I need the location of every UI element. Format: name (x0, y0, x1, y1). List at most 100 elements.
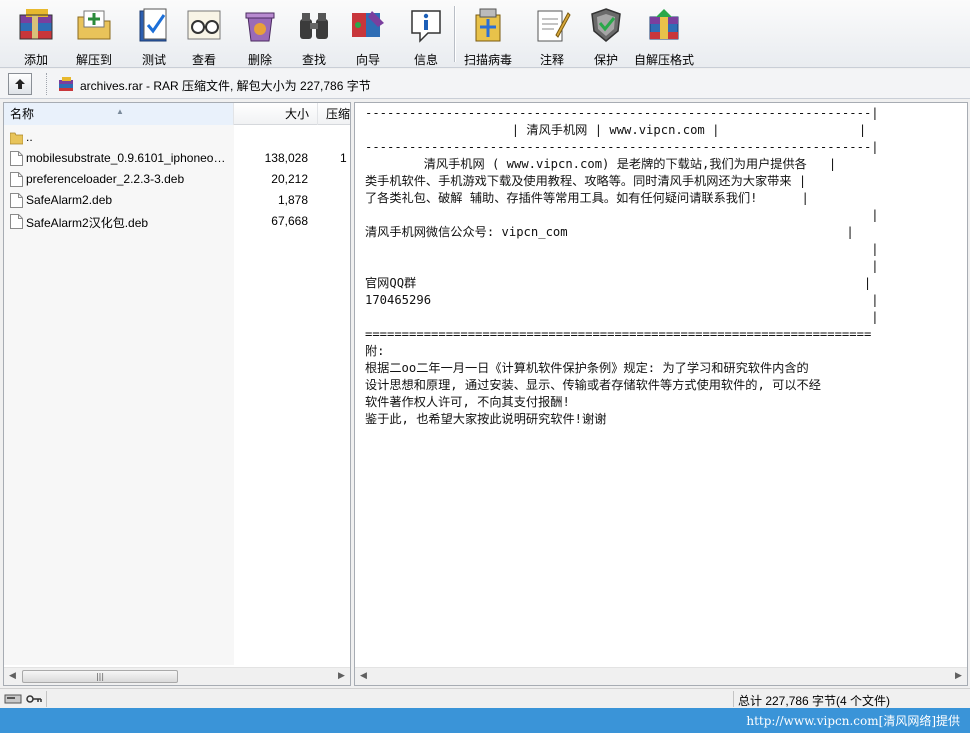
column-size-header[interactable]: 大小 (234, 103, 318, 125)
sort-ascending-icon: ▲ (116, 107, 124, 116)
comment-button[interactable]: 注释 (532, 3, 572, 67)
table-row[interactable]: SafeAlarm2.deb 1,878 (4, 190, 350, 211)
sfx-icon (644, 5, 684, 45)
watermark-text: http://www.vipcn.com[清风网络]提供 (746, 714, 960, 728)
comment-line: | (365, 208, 879, 222)
address-bar: archives.rar - RAR 压缩文件, 解包大小为 227,786 字… (0, 69, 970, 99)
folder-icon (9, 130, 24, 145)
up-folder-button[interactable] (8, 73, 32, 95)
scroll-right-icon[interactable]: ▶ (338, 671, 345, 681)
status-total: 总计 227,786 字节(4 个文件) (738, 694, 891, 708)
test-label: 测试 (141, 53, 166, 67)
find-button[interactable]: 查找 (294, 3, 334, 67)
comment-line: 170465296 | (365, 293, 879, 307)
sfx-label: 自解压格式 (634, 53, 695, 67)
virus-scan-label: 扫描病毒 (464, 53, 513, 67)
info-button[interactable]: 信息 (406, 3, 446, 67)
add-label: 添加 (23, 53, 48, 67)
protect-icon (586, 5, 626, 45)
file-icon (10, 193, 23, 208)
wizard-button[interactable]: 向导 (348, 3, 388, 67)
protect-label: 保护 (593, 53, 618, 67)
column-name-label: 名称 (10, 107, 35, 121)
comment-line: | (365, 310, 879, 324)
file-list-horizontal-scrollbar[interactable]: ◀ ||| ▶ (4, 667, 350, 685)
delete-label: 删除 (247, 53, 272, 67)
comment-line: | (365, 242, 879, 256)
view-button[interactable]: 查看 (184, 3, 224, 67)
virus-scan-button[interactable]: 扫描病毒 (464, 3, 513, 67)
file-icon (10, 214, 23, 229)
table-row[interactable]: mobilesubstrate_0.9.6101_iphoneos-arm.de… (4, 148, 350, 169)
table-row[interactable]: SafeAlarm2汉化包.deb 67,668 (4, 211, 350, 232)
extract-to-button[interactable]: 解压到 (74, 3, 114, 67)
status-separator (733, 691, 734, 707)
address-divider (46, 73, 47, 95)
file-list-header: 名称 ▲ 大小 压缩 (4, 103, 350, 125)
add-button[interactable]: 添加 (16, 3, 56, 67)
column-compressed-label: 压缩 (326, 107, 351, 121)
virus-scan-icon (468, 5, 508, 45)
scrollbar-thumb[interactable]: ||| (22, 670, 178, 683)
watermark-bar: http://www.vipcn.com[清风网络]提供 (0, 708, 970, 733)
file-name: SafeAlarm2汉化包.deb (26, 216, 149, 230)
scroll-left-icon[interactable]: ◀ (360, 671, 367, 681)
archive-path: archives.rar - RAR 压缩文件, 解包大小为 227,786 字… (80, 79, 371, 93)
scroll-left-icon[interactable]: ◀ (9, 671, 16, 681)
file-name: .. (26, 130, 33, 144)
column-compressed-header[interactable]: 压缩 (318, 103, 358, 125)
wizard-icon (348, 5, 388, 45)
comment-line: ========================================… (365, 327, 872, 341)
sfx-button[interactable]: 自解压格式 (634, 3, 695, 67)
file-icon (10, 151, 23, 166)
comment-line: 设计思想和原理, 通过安装、显示、传输或者存储软件等方式使用软件的, 可以不经 (365, 378, 821, 392)
file-name: preferenceloader_2.2.3-3.deb (26, 172, 185, 186)
drive-key-icon (4, 692, 44, 706)
comment-line: 根据二oo二年一月一日《计算机软件保护条例》规定: 为了学习和研究软件内含的 (365, 361, 809, 375)
test-icon (134, 5, 174, 45)
comment-line: | 清风手机网 | www.vipcn.com | | (365, 123, 867, 137)
file-rows: .. mobilesubstrate_0.9.6101_iphoneos-arm… (4, 127, 350, 232)
main-toolbar: 添加 解压到 测试 查看 删除 查找 向导 信息 扫描病毒 注释 保护 自解压格… (0, 0, 970, 68)
extract-to-label: 解压到 (75, 53, 112, 67)
status-bar: 总计 227,786 字节(4 个文件) (0, 688, 970, 708)
toolbar-separator (454, 6, 456, 62)
up-arrow-icon (15, 79, 25, 89)
comment-line: ----------------------------------------… (365, 106, 879, 120)
extract-to-icon (74, 5, 114, 45)
delete-icon (240, 5, 280, 45)
info-icon (406, 5, 446, 45)
file-name: SafeAlarm2.deb (26, 193, 113, 207)
comment-horizontal-scrollbar[interactable]: ◀ ▶ (355, 667, 967, 685)
column-size-label: 大小 (284, 107, 309, 121)
status-separator (46, 691, 47, 707)
column-name-header[interactable]: 名称 ▲ (4, 103, 234, 125)
comment-pane: ----------------------------------------… (354, 102, 968, 686)
comment-line: 官网QQ群 | (365, 276, 872, 290)
file-size: 67,668 (271, 214, 308, 228)
comment-line: 了各类礼包、破解 辅助、存插件等常用工具。如有任何疑问请联系我们! | (365, 191, 809, 205)
comment-line: 类手机软件、手机游戏下载及使用教程、攻略等。同时清风手机网还为大家带来 | (365, 174, 807, 188)
protect-button[interactable]: 保护 (586, 3, 626, 67)
test-button[interactable]: 测试 (134, 3, 174, 67)
delete-button[interactable]: 删除 (240, 3, 280, 67)
find-icon (294, 5, 334, 45)
find-label: 查找 (301, 53, 326, 67)
archive-comment: ----------------------------------------… (365, 105, 965, 665)
file-size: 20,212 (271, 172, 308, 186)
table-row[interactable]: preferenceloader_2.2.3-3.deb 20,212 (4, 169, 350, 190)
comment-line: 附: (365, 344, 385, 358)
file-list-pane: 名称 ▲ 大小 压缩 .. mobilesubstrate_0.9.6101_i… (3, 102, 351, 686)
file-icon (10, 172, 23, 187)
wizard-label: 向导 (355, 53, 380, 67)
view-icon (184, 5, 224, 45)
table-row[interactable]: .. (4, 127, 350, 148)
comment-line: 清风手机网 ( www.vipcn.com) 是老牌的下载站,我们为用户提供各 … (365, 157, 837, 171)
info-label: 信息 (413, 53, 438, 67)
rar-archive-icon (58, 76, 74, 92)
scroll-right-icon[interactable]: ▶ (955, 671, 962, 681)
add-archive-icon (16, 5, 56, 45)
comment-line: 清风手机网微信公众号: vipcn_com | (365, 225, 854, 239)
comment-line: 软件著作权人许可, 不向其支付报酬! (365, 395, 570, 409)
view-label: 查看 (191, 53, 216, 67)
